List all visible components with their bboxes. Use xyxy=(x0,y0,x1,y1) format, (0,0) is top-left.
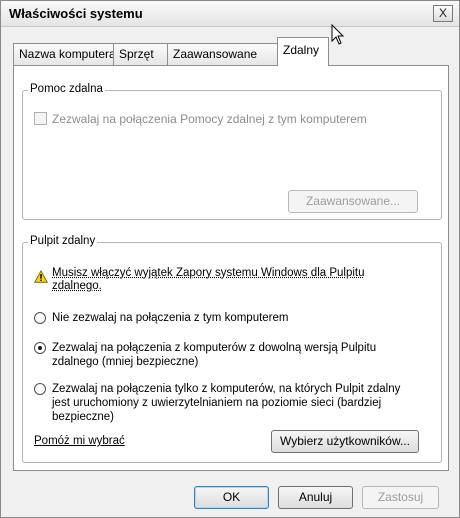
rd-option-deny-radio[interactable] xyxy=(34,312,46,324)
remote-assistance-checkbox-row[interactable]: Zezwalaj na połączenia Pomocy zdalnej z … xyxy=(34,112,367,126)
remote-tab-page: Pomoc zdalna Zezwalaj na połączenia Pomo… xyxy=(13,65,449,471)
rd-option-nla-only-radio[interactable] xyxy=(34,383,46,395)
remote-assistance-group: Pomoc zdalna Zezwalaj na połączenia Pomo… xyxy=(22,83,442,220)
cancel-button[interactable]: Anuluj xyxy=(278,486,353,509)
close-button[interactable]: X xyxy=(433,5,453,22)
tab-hardware[interactable]: Sprzęt xyxy=(113,43,168,65)
remote-assistance-advanced-button[interactable]: Zaawansowane... xyxy=(288,190,418,213)
select-users-button[interactable]: Wybierz użytkowników... xyxy=(271,430,419,453)
remote-desktop-group: Pulpit zdalny Musisz włączyć wyjątek Zap… xyxy=(22,235,442,463)
mouse-pointer-icon xyxy=(331,24,345,45)
rd-option-any-version-label: Zezwalaj na połączenia z komputerów z do… xyxy=(52,342,377,368)
firewall-warning-link[interactable]: Musisz włączyć wyjątek Zapory systemu Wi… xyxy=(52,267,402,293)
rd-option-deny-label: Nie zezwalaj na połączenia z tym kompute… xyxy=(52,312,289,324)
ok-button[interactable]: OK xyxy=(194,486,269,509)
window-title: Właściwości systemu xyxy=(9,6,143,21)
help-me-choose-link[interactable]: Pomóż mi wybrać xyxy=(34,435,125,447)
apply-button[interactable]: Zastosuj xyxy=(362,486,439,509)
remote-desktop-group-label: Pulpit zdalny xyxy=(28,235,98,247)
tab-advanced[interactable]: Zaawansowane xyxy=(167,43,278,65)
remote-assistance-group-label: Pomoc zdalna xyxy=(28,83,105,95)
system-properties-dialog: Właściwości systemu X Nazwa komputera Sp… xyxy=(0,0,460,518)
warning-icon xyxy=(34,270,48,283)
tab-computer-name[interactable]: Nazwa komputera xyxy=(13,43,116,65)
remote-assistance-checkbox[interactable] xyxy=(34,112,47,125)
rd-option-nla-only-label: Zezwalaj na połączenia tylko z komputeró… xyxy=(52,383,401,423)
rd-option-any-version-radio[interactable] xyxy=(34,342,46,354)
title-bar[interactable]: Właściwości systemu X xyxy=(1,1,459,27)
tab-remote[interactable]: Zdalny xyxy=(277,37,329,66)
remote-assistance-checkbox-label: Zezwalaj na połączenia Pomocy zdalnej z … xyxy=(52,112,367,126)
